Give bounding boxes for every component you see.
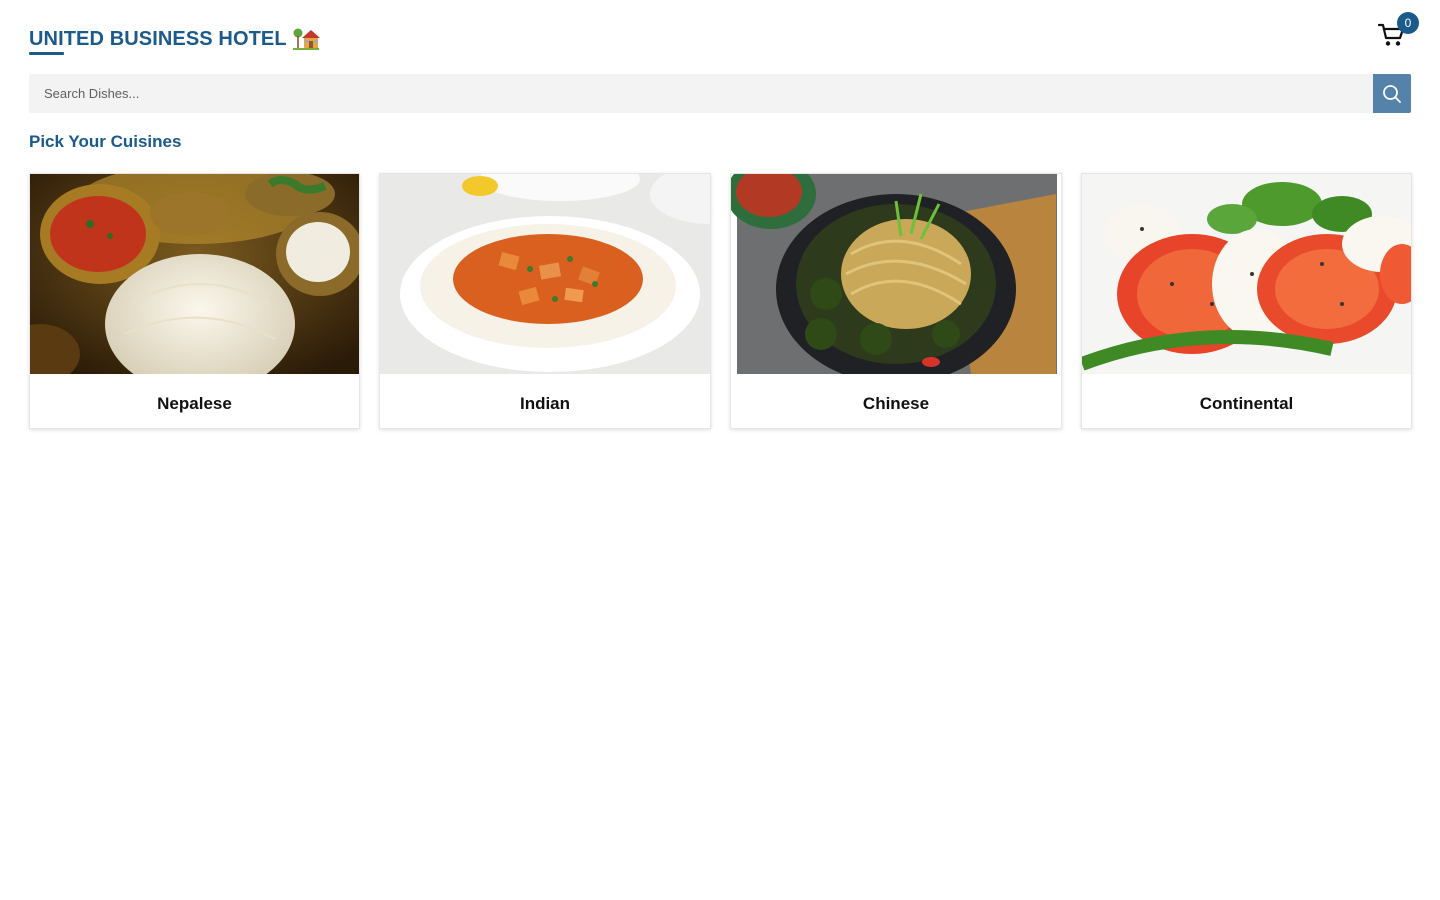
cuisine-image-chinese xyxy=(731,174,1061,374)
cuisine-card-nepalese[interactable]: Nepalese xyxy=(29,173,360,429)
cuisine-image-nepalese xyxy=(30,174,359,374)
cuisine-image-indian xyxy=(380,174,710,374)
search-bar xyxy=(29,74,1411,113)
search-icon xyxy=(1383,84,1401,103)
cuisine-label: Chinese xyxy=(862,394,930,413)
cuisine-label: Indian xyxy=(519,394,571,413)
cart-count-badge: 0 xyxy=(1397,12,1419,34)
cuisine-card-chinese[interactable]: Chinese xyxy=(730,173,1062,429)
search-input[interactable] xyxy=(29,74,1373,113)
page: UNITED BUSINESS HOTEL 0 Search Dishes...… xyxy=(0,0,1440,900)
house-with-tree-icon xyxy=(292,27,320,51)
cuisine-label: Nepalese xyxy=(157,394,232,413)
cuisine-card-continental[interactable]: Continental xyxy=(1081,173,1412,429)
cuisine-image-continental xyxy=(1082,174,1411,374)
brand-title[interactable]: UNITED BUSINESS HOTEL xyxy=(29,24,287,54)
cuisine-label: Continental xyxy=(1199,394,1294,413)
brand[interactable]: UNITED BUSINESS HOTEL xyxy=(29,24,320,54)
section-title: Pick Your Cuisines xyxy=(29,132,182,151)
cuisine-card-indian[interactable]: Indian xyxy=(379,173,711,429)
brand-underline xyxy=(29,52,64,55)
search-button[interactable] xyxy=(1373,74,1411,113)
